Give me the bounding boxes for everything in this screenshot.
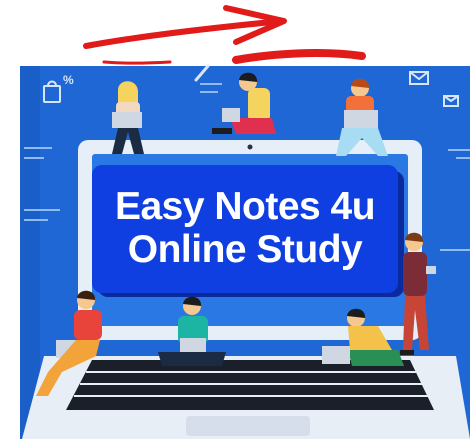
trackpad	[186, 416, 310, 436]
webcam	[247, 144, 253, 150]
banner-line-2: Online Study	[127, 228, 363, 271]
banner-line-1: Easy Notes 4u	[114, 185, 376, 229]
banner-title: Easy Notes 4u Online Study	[92, 165, 398, 293]
percent-icon: %	[63, 73, 74, 87]
illustration: % Easy Notes 4u Online Study	[0, 0, 470, 439]
